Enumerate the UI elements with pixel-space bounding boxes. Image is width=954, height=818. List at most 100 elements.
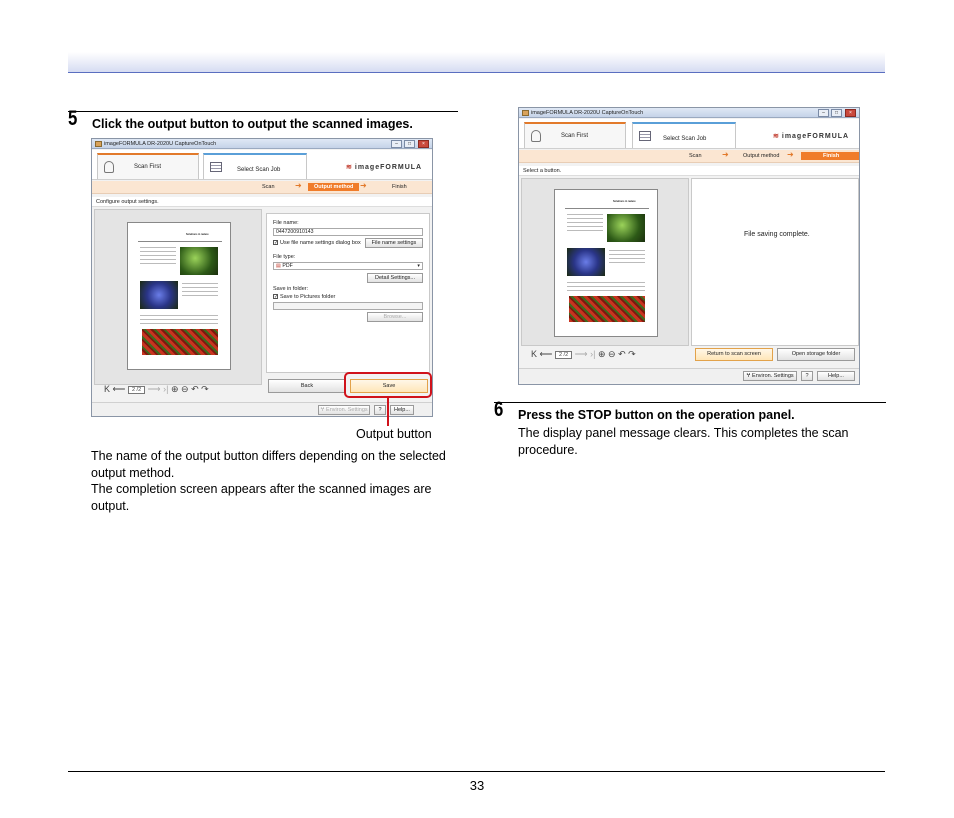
body-line: The name of the output button differs de… <box>91 449 446 463</box>
help-button[interactable]: Help... <box>817 371 855 381</box>
tabs-bar: Scan First Select Scan Job ≋ imageFORMULA <box>519 119 859 149</box>
detail-settings-button[interactable]: Detail Settings... <box>367 273 423 283</box>
completion-message: File saving complete. <box>744 231 810 238</box>
body-line: The display panel message clears. This c… <box>518 426 849 440</box>
file-type-label: File type: <box>273 254 296 260</box>
tab-select-scan-job[interactable]: Select Scan Job <box>632 122 736 148</box>
step-output-method: Output method <box>743 153 780 159</box>
settings-icon: ⵖ <box>746 373 751 379</box>
output-settings-panel: File name: 0447200910143 ✓ Use file name… <box>266 213 430 373</box>
page-thumbnail[interactable]: Solutions in nature <box>127 222 231 370</box>
body-line: The completion screen appears after the … <box>91 482 432 496</box>
close-button[interactable]: × <box>845 109 856 117</box>
tab-label: Select Scan Job <box>663 136 707 142</box>
last-page-icon[interactable]: ›| <box>163 384 168 394</box>
next-page-icon[interactable]: ⟶ <box>148 384 161 394</box>
callout-leader-line <box>387 398 389 426</box>
environ-settings-button[interactable]: ⵖ Environ. Settings <box>318 405 370 415</box>
back-button[interactable]: Back <box>268 379 346 393</box>
tab-label: Select Scan Job <box>237 167 281 173</box>
photo-flowers <box>567 248 605 276</box>
return-to-scan-screen-button[interactable]: Return to scan screen <box>695 348 773 361</box>
last-page-icon[interactable]: ›| <box>590 349 595 359</box>
help-question-button[interactable]: ? <box>374 405 386 415</box>
bottom-bar: ⵖ Environ. Settings ? Help... <box>519 368 859 382</box>
help-button[interactable]: Help... <box>390 405 414 415</box>
photo-flowers <box>140 281 178 309</box>
step5-body: The name of the output button differs de… <box>91 448 471 514</box>
header-band <box>68 52 885 73</box>
next-page-icon[interactable]: ⟶ <box>575 349 588 359</box>
instruction-text: Select a button. <box>519 166 859 176</box>
bottom-bar: ⵖ Environ. Settings ? Help... <box>92 402 432 416</box>
progress-steps: Scan ➜ Output method ➜ Finish <box>92 181 432 194</box>
photo-red-flowers <box>142 329 218 355</box>
rotate-right-icon[interactable]: ↷ <box>201 384 209 394</box>
help-question-button[interactable]: ? <box>801 371 813 381</box>
body-line: output. <box>91 498 130 513</box>
file-type-select[interactable]: ▤ PDF ▾ <box>273 262 423 270</box>
open-storage-folder-button[interactable]: Open storage folder <box>777 348 855 361</box>
page-counter[interactable]: 2 /2 <box>127 385 146 394</box>
save-to-pictures-label: Save to Pictures folder <box>280 294 336 300</box>
step6-rule <box>494 402 886 403</box>
first-page-icon[interactable]: K <box>531 349 537 359</box>
tabs-bar: Scan First Select Scan Job ≋ imageFORMULA <box>92 150 432 180</box>
zoom-in-icon[interactable]: ⊕ <box>598 349 606 359</box>
environ-settings-button[interactable]: ⵖ Environ. Settings <box>743 371 797 381</box>
window-title: imageFORMULA DR-2020U CaptureOnTouch <box>531 110 644 116</box>
tab-select-scan-job[interactable]: Select Scan Job <box>203 153 307 179</box>
first-page-icon[interactable]: K <box>104 384 110 394</box>
step-finish: Finish <box>801 152 859 160</box>
step-finish: Finish <box>392 184 407 190</box>
maximize-button[interactable]: □ <box>831 109 842 117</box>
browse-button[interactable]: Browse... <box>367 312 423 322</box>
zoom-out-icon[interactable]: ⊖ <box>608 349 616 359</box>
close-button[interactable]: × <box>418 140 429 148</box>
folder-path-input[interactable] <box>273 302 423 310</box>
step6-screenshot: imageFORMULA DR-2020U CaptureOnTouch – □… <box>518 107 860 385</box>
doc-heading: Solutions in nature <box>613 200 636 203</box>
rotate-left-icon[interactable]: ↶ <box>191 384 199 394</box>
photo-leaves <box>180 247 218 275</box>
window-title: imageFORMULA DR-2020U CaptureOnTouch <box>104 141 217 147</box>
arrow-right-icon: ➜ <box>295 181 302 190</box>
step-output-method: Output method <box>308 183 360 191</box>
zoom-out-icon[interactable]: ⊖ <box>181 384 189 394</box>
tab-label: Scan First <box>561 133 589 139</box>
maximize-button[interactable]: □ <box>404 140 415 148</box>
use-dialog-label: Use file name settings dialog box <box>280 240 361 246</box>
step5-rule <box>68 111 458 112</box>
page-counter[interactable]: 2 /2 <box>554 350 573 359</box>
minimize-button[interactable]: – <box>391 140 402 148</box>
prev-page-icon[interactable]: ⟵ <box>540 349 553 359</box>
title-bar: imageFORMULA DR-2020U CaptureOnTouch – □… <box>519 108 859 118</box>
tab-scan-first[interactable]: Scan First <box>97 153 199 179</box>
title-bar: imageFORMULA DR-2020U CaptureOnTouch – □… <box>92 139 432 149</box>
app-icon <box>522 110 529 116</box>
result-pane: File saving complete. <box>691 178 859 346</box>
page-thumbnail[interactable]: Solutions in nature <box>554 189 658 337</box>
photo-red-flowers <box>569 296 645 322</box>
rotate-left-icon[interactable]: ↶ <box>618 349 626 359</box>
callout-label: Output button <box>356 427 432 441</box>
job-list-icon <box>639 131 651 141</box>
prev-page-icon[interactable]: ⟵ <box>113 384 126 394</box>
hand-icon <box>104 161 114 173</box>
photo-leaves <box>607 214 645 242</box>
tab-scan-first[interactable]: Scan First <box>524 122 626 148</box>
rotate-right-icon[interactable]: ↷ <box>628 349 636 359</box>
imageformula-logo: ≋ imageFORMULA <box>346 164 423 171</box>
step5-title: Click the output button to output the sc… <box>92 117 413 131</box>
instruction-text: Configure output settings. <box>92 197 432 207</box>
arrow-right-icon: ➜ <box>787 150 794 159</box>
preview-pane: Solutions in nature <box>94 209 262 385</box>
file-name-settings-button[interactable]: File name settings <box>365 238 423 248</box>
pdf-icon: ▤ <box>276 263 281 269</box>
save-to-pictures-checkbox[interactable]: ✓ <box>273 294 278 300</box>
imageformula-logo: ≋ imageFORMULA <box>773 133 850 140</box>
zoom-in-icon[interactable]: ⊕ <box>171 384 179 394</box>
file-name-input[interactable]: 0447200910143 <box>273 228 423 236</box>
use-dialog-checkbox[interactable]: ✓ <box>273 240 278 246</box>
minimize-button[interactable]: – <box>818 109 829 117</box>
